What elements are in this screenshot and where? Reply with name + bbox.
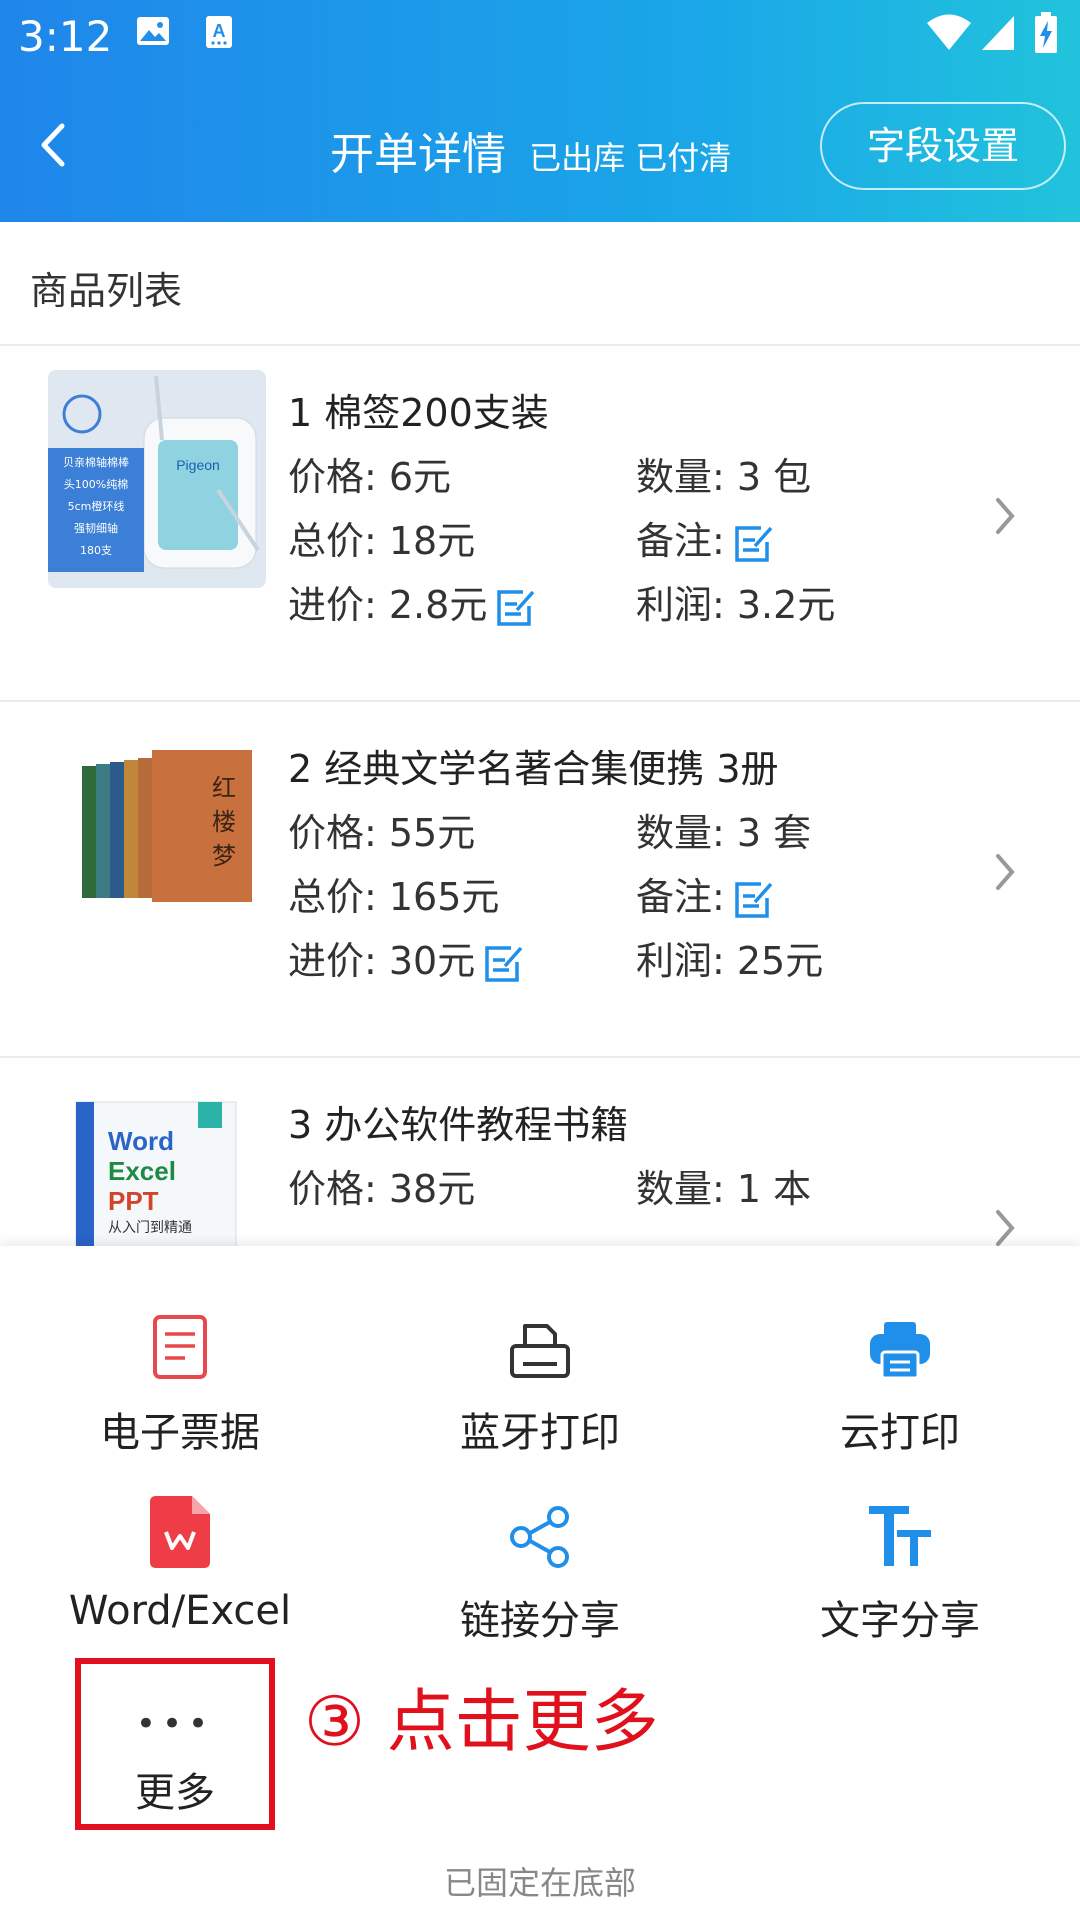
status-time: 3:12 xyxy=(18,12,113,61)
more-dots-icon: ••• xyxy=(135,1704,215,1744)
pinned-hint: 已固定在底部 xyxy=(443,1864,636,1902)
thumb-caption: Excel xyxy=(108,1156,176,1186)
product-remark: 备注: xyxy=(636,510,775,566)
product-row[interactable]: 红 楼 梦 2 经典文学名著合集便携 3册 价格: 55元 数量: 3 套 总价… xyxy=(0,702,1080,1058)
product-list[interactable]: 贝亲棉轴棉棒 头100%纯棉 5cm橙环线 强韧细轴 180支 Pigeon 1… xyxy=(0,346,1080,1246)
product-cost: 进价: 30元 xyxy=(288,930,525,986)
product-name: 2 经典文学名著合集便携 3册 xyxy=(288,747,779,791)
bluetooth-printer-icon xyxy=(510,1324,570,1378)
product-qty: 数量: 1 本 xyxy=(636,1167,812,1211)
product-thumbnail: 红 楼 梦 xyxy=(48,726,266,944)
action-label: 蓝牙打印 xyxy=(460,1410,620,1456)
remark-label: 备注: xyxy=(636,875,725,919)
cost-label: 进价: 30元 xyxy=(288,939,476,983)
product-name: 3 办公软件教程书籍 xyxy=(288,1103,629,1147)
product-row[interactable]: Word Excel PPT 从入门到精通 3 办公软件教程书籍 价格: 38元… xyxy=(0,1058,1080,1246)
page-title-group: 开单详情 已出库 已付清 xyxy=(330,118,731,182)
receipt-icon xyxy=(153,1315,207,1379)
word-excel-button[interactable]: Word/Excel xyxy=(0,1478,360,1634)
product-qty: 数量: 3 套 xyxy=(636,811,812,855)
product-list-header: 商品列表 xyxy=(0,222,1080,346)
section-title: 商品列表 xyxy=(30,269,183,313)
text-share-button[interactable]: 文字分享 xyxy=(720,1478,1080,1646)
product-row[interactable]: 贝亲棉轴棉棒 头100%纯棉 5cm橙环线 强韧细轴 180支 Pigeon 1… xyxy=(0,346,1080,702)
product-profit: 利润: 25元 xyxy=(636,939,824,983)
text-share-icon xyxy=(869,1506,931,1566)
thumb-caption: 贝亲棉轴棉棒 xyxy=(63,455,129,469)
e-receipt-button[interactable]: 电子票据 xyxy=(0,1290,360,1458)
action-label: 电子票据 xyxy=(100,1410,260,1456)
status-bar: 3:12 A xyxy=(0,0,1080,72)
product-name: 1 棉签200支装 xyxy=(288,391,549,435)
edit-icon[interactable] xyxy=(481,942,525,986)
action-label: 链接分享 xyxy=(460,1598,620,1644)
cloud-print-button[interactable]: 云打印 xyxy=(720,1290,1080,1458)
image-notification-icon xyxy=(137,17,169,45)
wifi-icon xyxy=(927,14,971,50)
app-notification-icon: A xyxy=(206,16,232,48)
wps-file-icon xyxy=(150,1496,210,1568)
product-price: 价格: 6元 xyxy=(288,455,452,499)
battery-icon xyxy=(1035,12,1057,53)
product-profit: 利润: 3.2元 xyxy=(636,583,836,627)
thumb-caption: 强韧细轴 xyxy=(74,521,118,535)
thumb-caption: 梦 xyxy=(212,842,236,870)
signal-icon xyxy=(982,16,1014,50)
more-label: 更多 xyxy=(135,1770,215,1816)
cost-label: 进价: 2.8元 xyxy=(288,583,488,627)
instruction-annotation: ③ 点击更多 xyxy=(304,1683,659,1762)
thumb-brand: Pigeon xyxy=(176,457,220,473)
thumb-caption: Word xyxy=(108,1126,174,1156)
product-remark: 备注: xyxy=(636,866,775,922)
page-title: 开单详情 xyxy=(330,129,506,180)
bluetooth-print-button[interactable]: 蓝牙打印 xyxy=(360,1290,720,1458)
app-header: 3:12 A 开单详情 已出库 已付清 字段设置 xyxy=(0,0,1080,222)
svg-text:A: A xyxy=(213,21,226,41)
thumb-caption: 楼 xyxy=(212,808,236,836)
action-label: Word/Excel xyxy=(68,1588,292,1634)
action-label: 文字分享 xyxy=(820,1598,980,1644)
edit-icon[interactable] xyxy=(731,878,775,922)
order-status: 已出库 已付清 xyxy=(529,139,732,177)
action-label: 云打印 xyxy=(840,1410,960,1456)
field-settings-button[interactable]: 字段设置 xyxy=(820,102,1066,190)
action-panel: 电子票据 蓝牙打印 云打印 Word/Excel 链接分享 文字分享 ••• 更… xyxy=(0,1246,1080,1920)
product-cost: 进价: 2.8元 xyxy=(288,574,537,630)
thumb-caption: 红 xyxy=(212,774,236,802)
thumb-caption: 180支 xyxy=(80,544,112,557)
more-button[interactable]: ••• 更多 xyxy=(75,1658,275,1830)
chevron-right-icon[interactable] xyxy=(990,494,1020,538)
remark-label: 备注: xyxy=(636,519,725,563)
product-price: 价格: 55元 xyxy=(288,811,476,855)
back-arrow-icon[interactable] xyxy=(34,120,74,170)
thumb-caption: 头100%纯棉 xyxy=(64,477,128,491)
product-total: 总价: 18元 xyxy=(288,519,476,563)
product-thumbnail: Word Excel PPT 从入门到精通 xyxy=(48,1082,266,1246)
chevron-right-icon[interactable] xyxy=(990,1206,1020,1246)
link-share-button[interactable]: 链接分享 xyxy=(360,1478,720,1646)
share-link-icon xyxy=(510,1506,569,1568)
product-price: 价格: 38元 xyxy=(288,1167,476,1211)
thumb-caption: PPT xyxy=(108,1186,159,1216)
thumb-caption: 5cm橙环线 xyxy=(68,499,125,513)
product-thumbnail: 贝亲棉轴棉棒 头100%纯棉 5cm橙环线 强韧细轴 180支 Pigeon xyxy=(48,370,266,588)
product-total: 总价: 165元 xyxy=(288,875,500,919)
thumb-caption: 从入门到精通 xyxy=(108,1220,192,1236)
product-qty: 数量: 3 包 xyxy=(636,455,812,499)
cloud-printer-icon xyxy=(870,1322,930,1380)
edit-icon[interactable] xyxy=(493,586,537,630)
chevron-right-icon[interactable] xyxy=(990,850,1020,894)
edit-icon[interactable] xyxy=(731,522,775,566)
